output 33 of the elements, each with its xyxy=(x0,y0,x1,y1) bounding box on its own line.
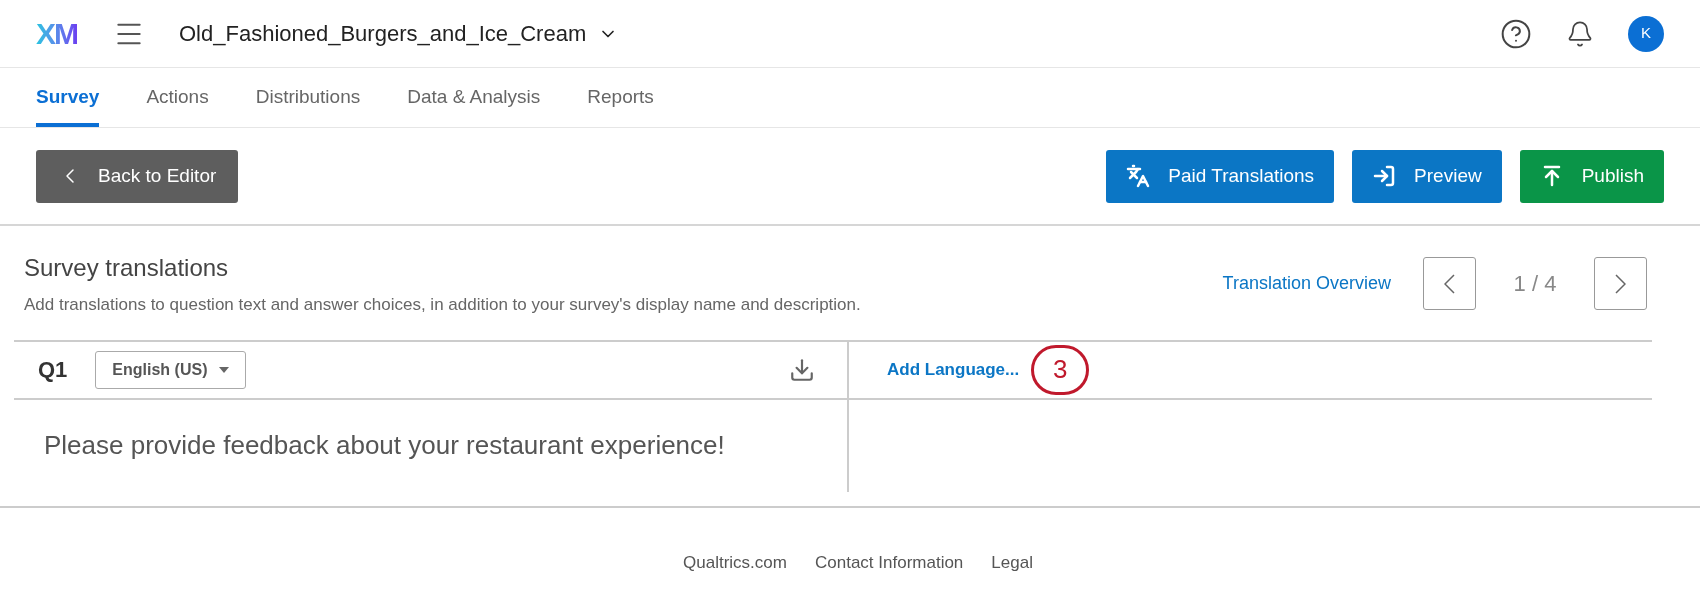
footer-link[interactable]: Contact Information xyxy=(814,549,964,575)
question-text: Please provide feedback about your restaurant experience! xyxy=(44,429,725,462)
section-description: Add translations to question text and answer choices, in addition to your survey's display name and description. xyxy=(24,294,861,316)
page-indicator: 1 / 4 xyxy=(1512,270,1558,299)
step-number-badge: 3 xyxy=(1031,344,1090,395)
next-page-button[interactable] xyxy=(1594,257,1647,311)
footer-link[interactable]: Qualtrics.com xyxy=(683,549,787,575)
enter-arrow-icon xyxy=(1372,164,1397,188)
nav-tab[interactable]: Reports xyxy=(587,82,654,127)
nav-tab[interactable]: Distributions xyxy=(255,82,361,127)
notifications-icon[interactable] xyxy=(1566,19,1594,48)
project-title-dropdown[interactable]: Old_Fashioned_Burgers_and_Ice_Cream xyxy=(179,17,619,50)
question-number: Q1 xyxy=(38,356,68,384)
chevron-right-icon xyxy=(1615,273,1626,294)
help-icon[interactable] xyxy=(1500,17,1532,50)
user-avatar[interactable]: K xyxy=(1628,15,1664,52)
nav-tab[interactable]: Data & Analysis xyxy=(407,82,541,127)
translate-icon xyxy=(1126,164,1151,188)
caret-icon xyxy=(219,366,230,373)
section-title: Survey translations xyxy=(24,253,230,283)
nav-tab[interactable]: Survey xyxy=(36,82,100,127)
previous-page-button[interactable] xyxy=(1423,257,1476,311)
toolbar-button[interactable]: Paid Translations xyxy=(1106,149,1335,203)
chevron-left-icon xyxy=(1444,273,1455,294)
back-to-editor-button[interactable]: Back to Editor xyxy=(36,149,239,203)
toolbar-button[interactable]: Publish xyxy=(1519,149,1664,203)
download-icon[interactable] xyxy=(789,356,815,383)
nav-tab[interactable]: Actions xyxy=(146,82,209,127)
footer-link[interactable]: Legal xyxy=(991,549,1033,575)
add-language-link[interactable]: Add Language... xyxy=(887,356,1020,383)
translation-overview-link[interactable]: Translation Overview xyxy=(1222,270,1391,298)
language-dropdown[interactable]: English (US) xyxy=(95,350,247,389)
toolbar-button[interactable]: Preview xyxy=(1352,149,1502,203)
